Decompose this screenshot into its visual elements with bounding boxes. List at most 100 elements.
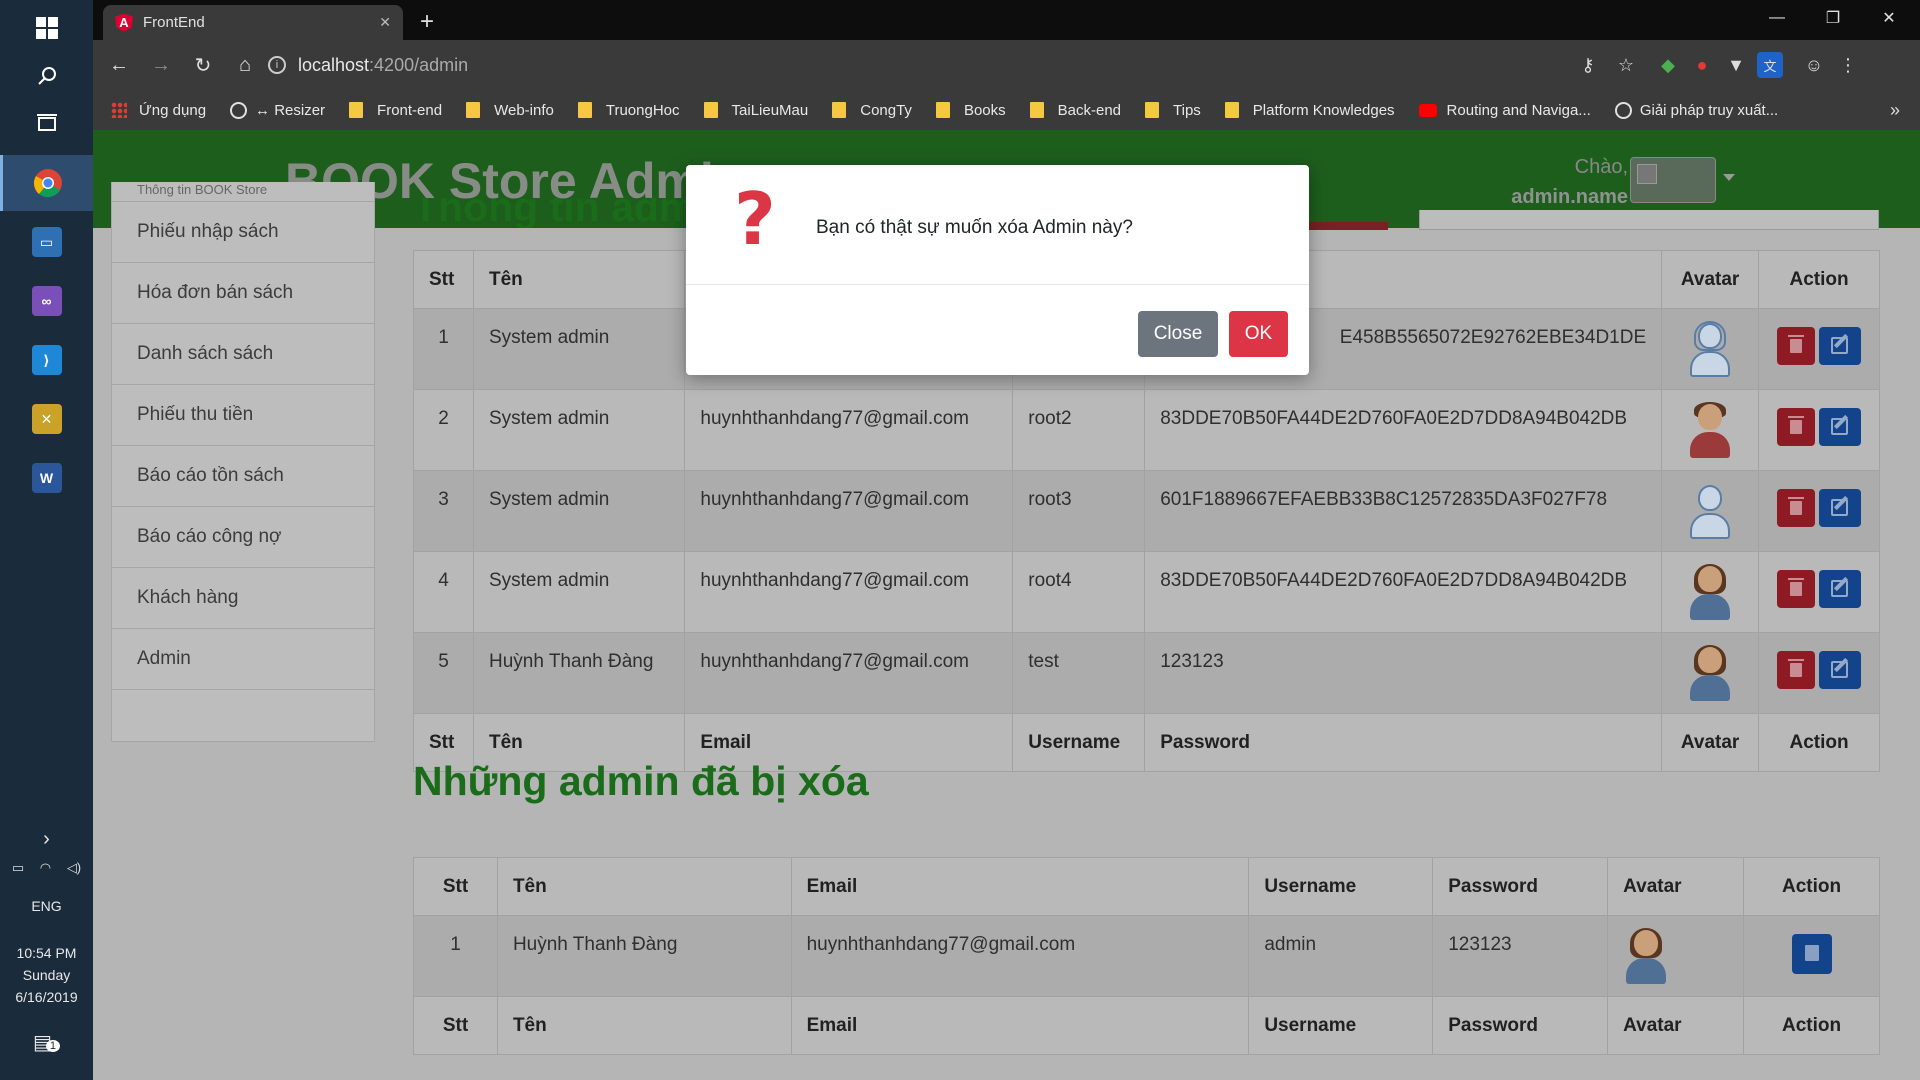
show-hidden-icons-chevron-icon[interactable]: › — [0, 828, 93, 851]
user-avatar-dropdown[interactable] — [1630, 157, 1716, 203]
close-tab-icon[interactable]: ✕ — [379, 14, 391, 31]
bookmark-tailieumau[interactable]: TaiLieuMau — [703, 102, 808, 119]
wifi-icon[interactable]: ◠ — [40, 860, 51, 876]
table-row: 2 System admin huynhthanhdang77@gmail.co… — [413, 389, 1880, 471]
edit-button[interactable] — [1819, 327, 1862, 365]
column-footer-ten: Tên — [496, 996, 792, 1055]
cell-avatar — [1607, 915, 1745, 997]
delete-button[interactable] — [1777, 408, 1816, 446]
cell-avatar — [1661, 551, 1760, 633]
sidebar-item-khach-hang[interactable]: Khách hàng — [112, 568, 374, 629]
close-window-icon[interactable]: ✕ — [1861, 0, 1917, 36]
column-footer-avatar: Avatar — [1607, 996, 1745, 1055]
restore-button[interactable] — [1791, 934, 1832, 974]
add-admin-button-partial[interactable] — [1308, 222, 1388, 230]
task-view-icon[interactable] — [0, 96, 93, 152]
chrome-app-icon[interactable] — [0, 155, 93, 211]
edit-button[interactable] — [1819, 570, 1862, 608]
more-bookmarks-icon[interactable]: » — [1890, 100, 1900, 121]
delete-button[interactable] — [1777, 327, 1816, 365]
clock-day[interactable]: Sunday — [0, 967, 93, 983]
column-footer-stt: Stt — [413, 996, 498, 1055]
bookmark-web-info[interactable]: Web-info — [466, 102, 554, 119]
search-input-partial[interactable] — [1419, 210, 1879, 230]
restore-icon[interactable]: ❐ — [1805, 0, 1861, 36]
home-icon[interactable]: ⌂ — [225, 45, 265, 85]
trash-icon — [1788, 659, 1805, 677]
cell-name: System admin — [472, 551, 686, 633]
edit-button[interactable] — [1819, 651, 1862, 689]
language-indicator[interactable]: ENG — [0, 898, 93, 914]
address-bar[interactable]: i localhost:4200/admin — [268, 46, 1658, 84]
ok-button[interactable]: OK — [1229, 311, 1288, 357]
confirm-delete-modal: ? Bạn có thật sự muốn xóa Admin này? Clo… — [686, 165, 1309, 375]
cell-password: 83DDE70B50FA44DE2D760FA0E2D7DD8A94B042DB — [1144, 551, 1663, 633]
remote-desktop-icon[interactable]: ▭ — [0, 214, 93, 270]
deleted-admin-table: Stt Tên Email Username Password Avatar A… — [413, 857, 1880, 1055]
tools-icon[interactable]: ✕ — [0, 391, 93, 447]
delete-button[interactable] — [1777, 651, 1816, 689]
translate-icon[interactable]: 文 — [1757, 52, 1783, 78]
cell-action — [1743, 915, 1880, 997]
cell-stt: 1 — [413, 915, 498, 997]
browser-tab[interactable]: A FrontEnd ✕ — [103, 5, 403, 40]
extension-colorful-icon[interactable]: ◆ — [1655, 52, 1681, 78]
bookmark-back-end[interactable]: Back-end — [1029, 102, 1121, 119]
new-tab-icon[interactable]: + — [413, 8, 441, 36]
vscode-icon[interactable]: ⟩ — [0, 332, 93, 388]
deleted-admins-title: Những admin đã bị xóa — [413, 758, 869, 804]
cell-username: test — [1012, 632, 1146, 714]
bookmark-congty[interactable]: CongTy — [832, 102, 912, 119]
bookmark-books[interactable]: Books — [935, 102, 1006, 119]
back-icon[interactable]: ← — [99, 45, 139, 85]
visual-studio-icon[interactable]: ∞ — [0, 273, 93, 329]
delete-button[interactable] — [1777, 489, 1816, 527]
close-button[interactable]: Close — [1138, 311, 1218, 357]
battery-icon[interactable]: ▭ — [12, 860, 24, 876]
bookmark-giai-phap[interactable]: Giải pháp truy xuất... — [1614, 101, 1778, 119]
cell-username: root2 — [1012, 389, 1146, 471]
sidebar-item-phieu-nhap-sach[interactable]: Phiếu nhập sách — [112, 202, 374, 263]
bookmark-tips[interactable]: Tips — [1145, 102, 1201, 119]
edit-button[interactable] — [1819, 408, 1862, 446]
folder-icon — [577, 102, 592, 118]
bookmark-apps[interactable]: Ứng dụng — [111, 102, 206, 119]
forward-icon[interactable]: → — [141, 45, 181, 85]
sidebar-item-phieu-thu-tien[interactable]: Phiếu thu tiền — [112, 385, 374, 446]
bookmark-star-icon[interactable]: ☆ — [1613, 52, 1639, 78]
profile-icon[interactable]: ☺ — [1801, 52, 1827, 78]
menu-kebab-icon[interactable]: ⋮ — [1835, 52, 1861, 78]
reload-icon[interactable]: ↻ — [183, 45, 223, 85]
cell-stt: 4 — [413, 551, 474, 633]
bookmark-front-end[interactable]: Front-end — [349, 102, 442, 119]
sidebar-item-hoa-don-ban-sach[interactable]: Hóa đơn bán sách — [112, 263, 374, 324]
bookmark-resizer[interactable]: ↔ Resizer — [230, 101, 325, 119]
cell-avatar — [1661, 389, 1760, 471]
sidebar-item-admin[interactable]: Admin — [112, 629, 374, 690]
table-header-row: Stt Tên Email Username Password Avatar A… — [413, 857, 1880, 916]
key-icon[interactable]: ⚷ — [1575, 52, 1601, 78]
volume-icon[interactable]: ◁) — [67, 860, 81, 876]
bookmark-routing[interactable]: Routing and Naviga... — [1418, 102, 1591, 119]
cell-name: Huỳnh Thanh Đàng — [496, 915, 792, 997]
sidebar-item-bookstore-info[interactable]: Thông tin BOOK Store — [112, 182, 374, 202]
edit-button[interactable] — [1819, 489, 1862, 527]
minimize-icon[interactable]: — — [1749, 0, 1805, 36]
delete-button[interactable] — [1777, 570, 1816, 608]
site-info-icon[interactable]: i — [268, 56, 286, 74]
extension-v-icon[interactable]: ▼ — [1723, 52, 1749, 78]
sidebar-item-bao-cao-ton-sach[interactable]: Báo cáo tồn sách — [112, 446, 374, 507]
chevron-down-icon[interactable] — [1723, 174, 1735, 181]
action-center-icon[interactable]: ▤1 — [0, 1030, 93, 1055]
sidebar-item-danh-sach-sach[interactable]: Danh sách sách — [112, 324, 374, 385]
bookmark-truonghoc[interactable]: TruongHoc — [577, 102, 680, 119]
clock-time[interactable]: 10:54 PM — [0, 945, 93, 961]
bookmark-platform-knowledges[interactable]: Platform Knowledges — [1224, 102, 1395, 119]
folder-icon — [1029, 102, 1044, 118]
sidebar-item-bao-cao-cong-no[interactable]: Báo cáo công nợ — [112, 507, 374, 568]
column-header-username: Username — [1248, 857, 1434, 916]
word-icon[interactable]: W — [0, 450, 93, 506]
bookmarks-bar: Ứng dụng ↔ Resizer Front-end Web-info Tr… — [93, 90, 1920, 130]
clock-date[interactable]: 6/16/2019 — [0, 989, 93, 1005]
extension-red-icon[interactable]: ● — [1689, 52, 1715, 78]
